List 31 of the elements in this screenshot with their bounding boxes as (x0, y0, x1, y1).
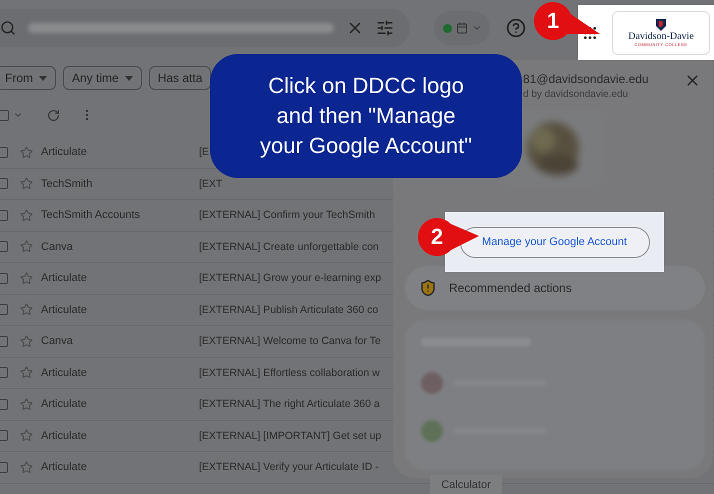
email-subject: [EXT (199, 178, 222, 190)
email-subject: [EXTERNAL] Create unforgettable con (199, 240, 379, 253)
email-sender: Articulate (41, 461, 88, 474)
tooltip: Calculator (430, 475, 502, 494)
email-subject: [EXTERNAL] Verify your Articulate ID - (199, 461, 379, 474)
filter-chip[interactable]: Any time (63, 66, 142, 90)
instruction-callout: Click on DDCC logo and then "Manage your Google Account" (210, 54, 522, 178)
email-subject: [E (199, 146, 209, 158)
email-sender: Articulate (41, 366, 88, 379)
email-sender: TechSmith (41, 178, 94, 190)
email-subject: [EXTERNAL] Grow your e-learning exp (199, 272, 382, 284)
email-subject: [EXTERNAL] Confirm your TechSmith (199, 209, 376, 222)
email-sender: Articulate (41, 430, 88, 442)
email-subject: [EXTERNAL] Effortless collaboration w (199, 366, 380, 379)
email-subject: [EXTERNAL] The right Articulate 360 a (199, 398, 380, 410)
email-sender: Canva (41, 335, 74, 348)
email-sender: Articulate (41, 304, 88, 316)
step-badge: 1 (534, 2, 600, 40)
email-sender: Articulate (41, 146, 88, 158)
account-email: 81@davidsondavie.edu (523, 72, 649, 86)
email-sender: Canva (41, 240, 74, 253)
managed-by-text: d by davidsondavie.edu (523, 89, 630, 100)
email-subject: [EXTERNAL] [IMPORTANT] Get set up (199, 430, 382, 442)
email-sender: TechSmith Accounts (41, 209, 142, 222)
email-sender: Articulate (41, 272, 88, 284)
email-sender: Articulate (41, 398, 88, 410)
manage-account-button[interactable]: Manage your Google Account (460, 226, 650, 258)
recommended-actions-card[interactable]: Recommended actions (405, 266, 705, 310)
email-subject: [EXTERNAL] Publish Articulate 360 co (199, 304, 378, 316)
email-subject: [EXTERNAL] Welcome to Canva for Te (199, 335, 381, 348)
filter-chip[interactable]: From (0, 66, 56, 90)
